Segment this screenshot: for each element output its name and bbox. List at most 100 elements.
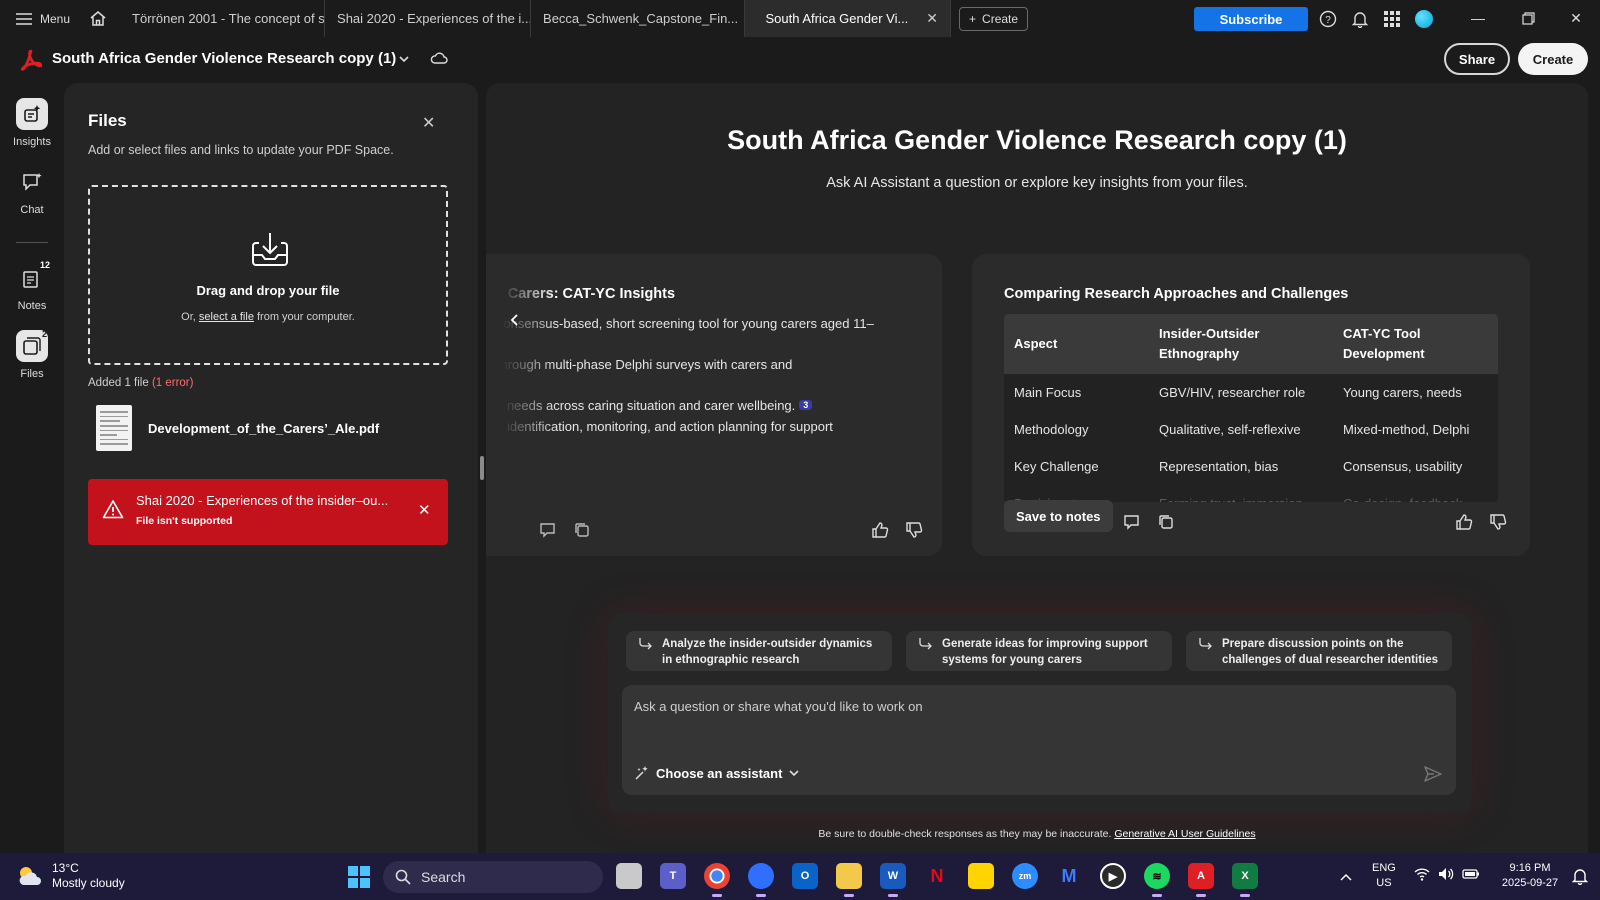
chat-input[interactable]: Ask a question or share what you'd like … (622, 685, 1456, 795)
files-icon: 2 (16, 329, 48, 362)
page-title: South Africa Gender Violence Research co… (727, 125, 1347, 155)
save-to-notes-button[interactable]: Save to notes (1004, 500, 1113, 532)
table-cell: Main Focus (1014, 384, 1082, 400)
table-row: Methodology Qualitative, self-reflexive … (1004, 411, 1498, 448)
card-feedback (1454, 512, 1508, 532)
thumbs-down-icon[interactable] (1488, 512, 1508, 532)
menu-button[interactable]: Menu (0, 0, 82, 37)
media-player-icon[interactable]: ▶ (1100, 863, 1126, 889)
ai-disclaimer: Be sure to double-check responses as the… (486, 828, 1588, 840)
table-cell: Co-design, feedback (1333, 494, 1498, 503)
warning-icon (102, 499, 124, 519)
tab-shai[interactable]: Shai 2020 - Experiences of the i... (325, 0, 532, 37)
thumbs-up-icon[interactable] (870, 520, 890, 540)
avatar[interactable] (1414, 9, 1434, 29)
acrobat-icon[interactable]: A (1188, 863, 1214, 897)
bell-icon[interactable] (1350, 9, 1370, 29)
carousel-prev-button[interactable] (498, 303, 532, 337)
meta-icon[interactable]: M (1056, 863, 1082, 889)
windows-taskbar: 13°C Mostly cloudy Search T O W N zm M ▶… (0, 853, 1600, 900)
table-header: Aspect (1014, 336, 1058, 351)
chat-about-icon[interactable] (538, 520, 558, 540)
excel-icon[interactable]: X (1232, 863, 1258, 897)
panel-resize-handle[interactable] (480, 456, 484, 480)
spotify-icon[interactable]: ≋ (1144, 863, 1170, 897)
file-explorer-icon[interactable] (836, 863, 862, 897)
chat-about-icon[interactable] (1122, 512, 1142, 532)
weather-widget[interactable]: 13°C Mostly cloudy (16, 861, 125, 891)
tab-south-africa[interactable]: South Africa Gender Vi... ✕ (745, 0, 952, 37)
tab-torronen[interactable]: Törrönen 2001 - The concept of s... (120, 0, 326, 37)
suggestion-chip[interactable]: Prepare discussion points on the challen… (1186, 631, 1452, 671)
help-icon[interactable]: ? (1318, 9, 1338, 29)
apps-grid-icon[interactable] (1382, 9, 1402, 29)
thumbs-up-icon[interactable] (1454, 512, 1474, 532)
cloud-icon[interactable] (430, 51, 448, 70)
chrome-icon[interactable] (704, 863, 730, 897)
close-panel-icon[interactable]: ✕ (422, 113, 435, 133)
close-window-icon[interactable]: ✕ (1564, 6, 1588, 30)
notification-bell-icon[interactable] (1571, 867, 1589, 890)
assistant-label: Choose an assistant (656, 765, 783, 781)
pdf-thumbnail (96, 405, 132, 451)
citation-badge[interactable]: 3 (799, 400, 813, 410)
task-view-icon[interactable] (616, 863, 642, 889)
table-row: Main Focus GBV/HIV, researcher role Youn… (1004, 374, 1498, 411)
choose-assistant-dropdown[interactable]: Choose an assistant (634, 765, 800, 781)
dropzone-text: from your computer. (253, 311, 355, 323)
teams-icon[interactable]: T (660, 863, 686, 889)
dismiss-error-icon[interactable]: ✕ (418, 501, 431, 519)
insight-card-comparison: Comparing Research Approaches and Challe… (972, 254, 1530, 556)
copy-icon[interactable] (1156, 512, 1176, 532)
card-actions-left (1122, 512, 1176, 532)
sticky-notes-icon[interactable] (968, 863, 994, 889)
share-button[interactable]: Share (1444, 43, 1510, 75)
close-tab-icon[interactable]: ✕ (926, 10, 938, 27)
home-button[interactable] (82, 0, 114, 37)
guidelines-link[interactable]: Generative AI User Guidelines (1114, 828, 1255, 840)
rail-item-chat[interactable]: Chat (8, 166, 56, 216)
svg-text:?: ? (1325, 15, 1331, 26)
messenger-icon[interactable] (748, 863, 774, 897)
insights-main: South Africa Gender Violence Research co… (486, 83, 1588, 853)
zoom-icon[interactable]: zm (1012, 863, 1038, 889)
chevron-down-icon[interactable] (398, 52, 410, 70)
minimize-icon[interactable]: — (1466, 6, 1490, 30)
file-dropzone[interactable]: Drag and drop your file Or, select a fil… (88, 185, 448, 365)
select-file-link[interactable]: select a file (199, 311, 254, 323)
dropzone-title: Drag and drop your file (196, 283, 340, 298)
outlook-icon[interactable]: O (792, 863, 818, 889)
rail-item-notes[interactable]: 12 Notes (8, 260, 56, 312)
suggestion-chip[interactable]: Generate ideas for improving support sys… (906, 631, 1172, 671)
copy-icon[interactable] (572, 520, 592, 540)
suggestion-chip[interactable]: Analyze the insider-outsider dynamics in… (626, 631, 892, 671)
create-button[interactable]: Create (1518, 43, 1588, 75)
taskbar-search[interactable]: Search (383, 861, 603, 893)
thumbs-down-icon[interactable] (904, 520, 924, 540)
new-tab-button[interactable]: + Create (959, 6, 1029, 31)
netflix-icon[interactable]: N (924, 863, 950, 889)
system-tray[interactable] (1414, 867, 1480, 881)
send-icon[interactable] (1422, 763, 1444, 785)
subscribe-button[interactable]: Subscribe (1194, 7, 1308, 31)
search-icon (395, 869, 411, 885)
table-cell: Mixed-method, Delphi (1343, 421, 1470, 437)
clock-date: 2025-09-27 (1501, 877, 1559, 889)
rail-label: Files (20, 368, 44, 380)
windows-start-icon[interactable] (347, 865, 371, 894)
new-tab-label: Create (982, 11, 1019, 26)
chevron-up-icon[interactable] (1340, 869, 1352, 887)
chat-icon (16, 166, 48, 198)
card-title: Comparing Research Approaches and Challe… (1004, 286, 1349, 302)
rail-item-files[interactable]: 2 Files (8, 329, 56, 380)
tab-becca[interactable]: Becca_Schwenk_Capstone_Fin... (531, 0, 746, 37)
added-count-text: Added 1 file (88, 377, 152, 389)
rail-item-insights[interactable]: Insights (8, 98, 56, 148)
clock[interactable]: 9:16 PM 2025-09-27 (1494, 861, 1566, 891)
restore-icon[interactable] (1516, 6, 1540, 30)
search-label: Search (421, 869, 466, 885)
input-language[interactable]: ENG US (1372, 861, 1396, 891)
table-cell: Qualitative, self-reflexive (1159, 421, 1301, 437)
file-list-item[interactable]: Development_of_the_Carers’_Ale.pdf (96, 403, 436, 453)
word-icon[interactable]: W (880, 863, 906, 897)
